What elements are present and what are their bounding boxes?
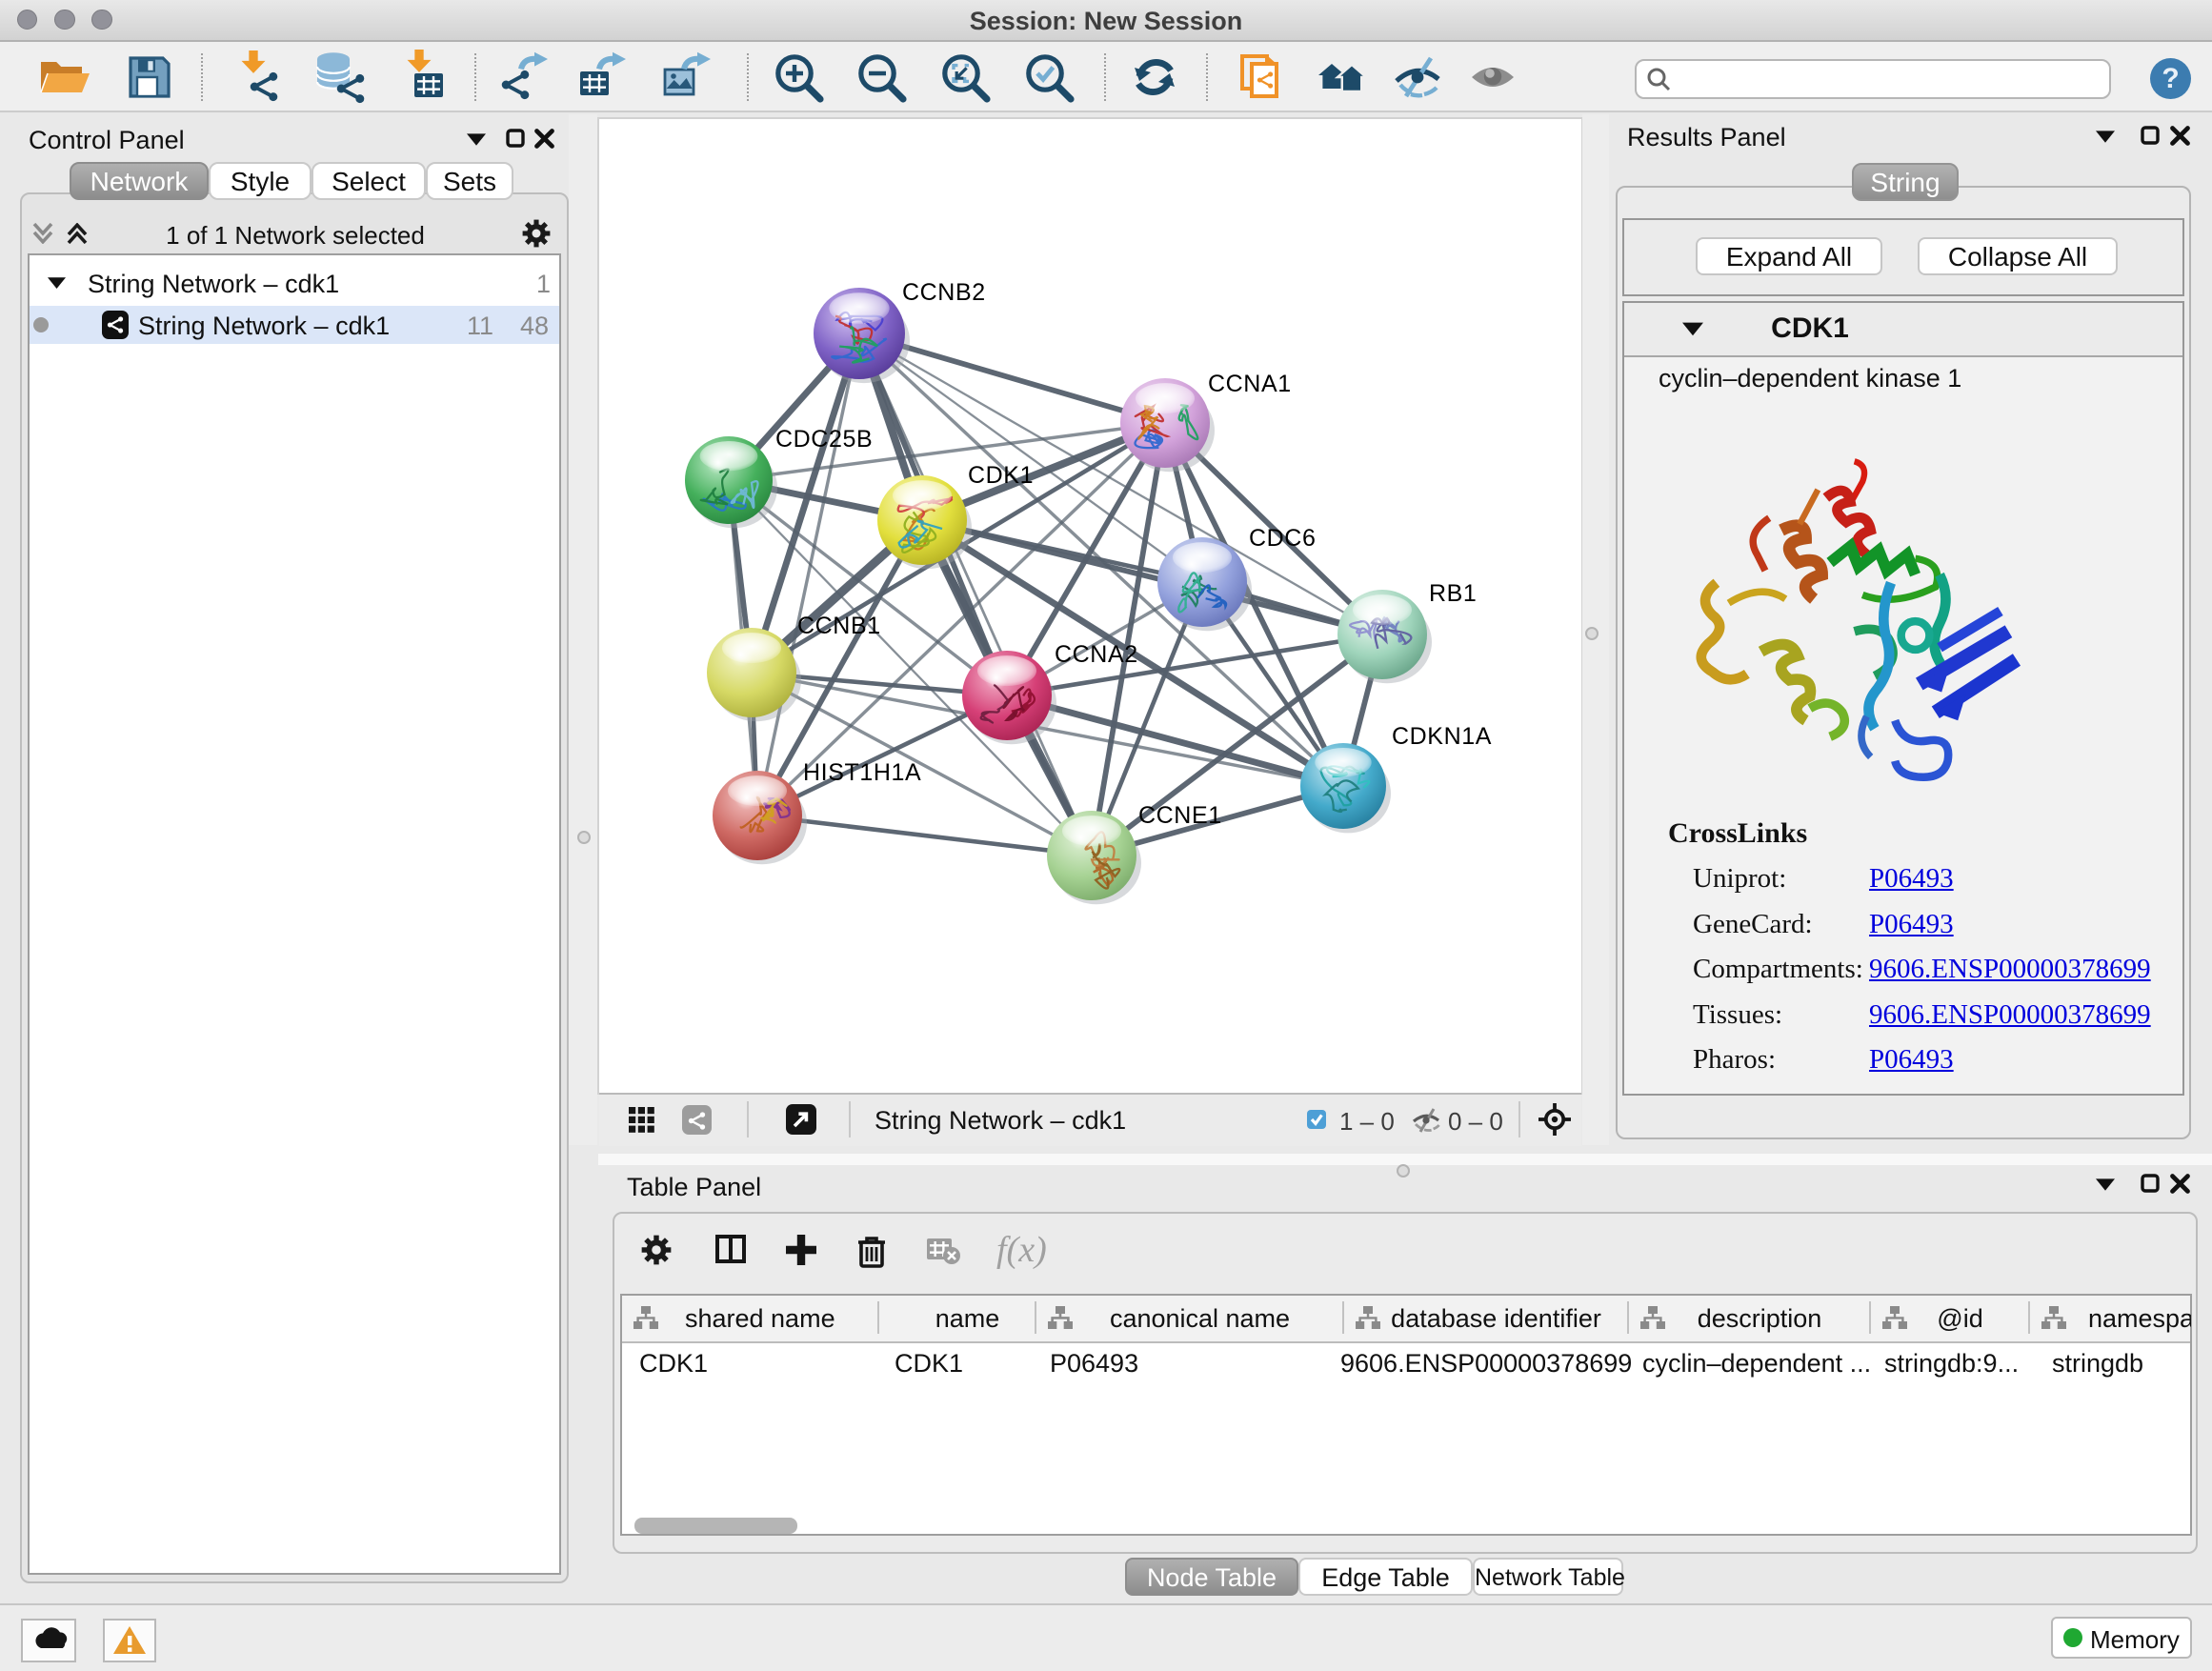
svg-text:HIST1H1A: HIST1H1A: [803, 759, 921, 786]
svg-text:CDC6: CDC6: [1249, 525, 1316, 552]
svg-text:CDK1: CDK1: [968, 462, 1034, 489]
svg-text:CDC25B: CDC25B: [775, 426, 873, 453]
svg-text:CCNE1: CCNE1: [1138, 802, 1222, 829]
svg-text:CCNB1: CCNB1: [797, 613, 881, 639]
svg-text:CCNA2: CCNA2: [1055, 641, 1138, 668]
svg-text:RB1: RB1: [1429, 580, 1477, 607]
svg-text:CCNA1: CCNA1: [1208, 371, 1292, 397]
svg-text:CCNB2: CCNB2: [902, 279, 986, 306]
svg-text:CDKN1A: CDKN1A: [1392, 723, 1492, 750]
